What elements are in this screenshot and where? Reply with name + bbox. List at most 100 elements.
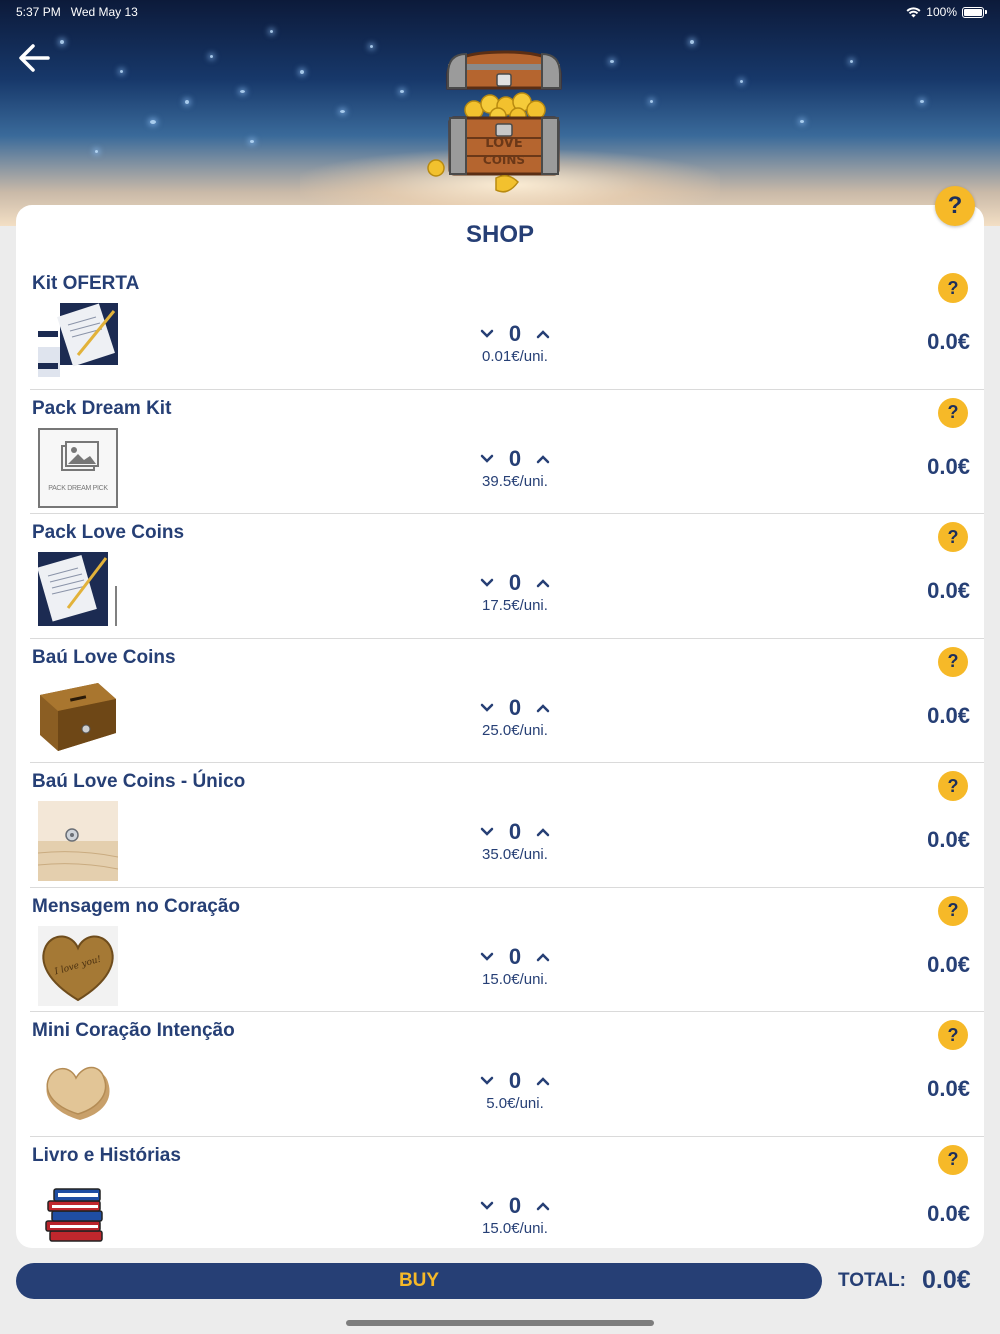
unit-price: 15.0€/uni. bbox=[482, 1219, 548, 1237]
list-item: Mini Coração Intenção ? 0 5.0€/uni. 0.0€ bbox=[30, 1012, 984, 1137]
question-icon: ? bbox=[947, 900, 959, 920]
question-icon: ? bbox=[947, 277, 959, 298]
sparkle bbox=[300, 70, 304, 74]
increase-button[interactable] bbox=[534, 699, 552, 717]
item-help-button[interactable]: ? bbox=[938, 895, 968, 926]
list-item: Baú Love Coins ? 0 25.0€/uni. 0.0€ bbox=[30, 639, 984, 763]
sparkle bbox=[370, 45, 373, 48]
item-thumbnail[interactable]: I love you! bbox=[38, 925, 118, 1006]
item-thumbnail[interactable] bbox=[38, 676, 118, 757]
item-name: Baú Love Coins - Único bbox=[32, 771, 246, 792]
quantity-value: 0 bbox=[508, 694, 522, 720]
decrease-button[interactable] bbox=[478, 948, 496, 966]
increase-button[interactable] bbox=[534, 823, 552, 841]
chevron-up-icon bbox=[536, 828, 550, 837]
thumb-caption: PACK DREAM PICK bbox=[48, 484, 108, 492]
chevron-down-icon bbox=[480, 703, 494, 712]
quantity-value: 0 bbox=[508, 321, 522, 346]
home-indicator bbox=[346, 1320, 654, 1326]
item-name: Kit OFERTA bbox=[32, 273, 140, 294]
item-name: Pack Dream Kit bbox=[32, 397, 172, 419]
sparkle bbox=[120, 70, 123, 73]
line-total: 0.0€ bbox=[927, 951, 970, 977]
item-help-button[interactable]: ? bbox=[938, 522, 968, 552]
question-icon: ? bbox=[947, 402, 959, 422]
quantity-stepper: 0 bbox=[450, 1191, 580, 1221]
status-time: 5:37 PM bbox=[16, 5, 61, 19]
decrease-button[interactable] bbox=[478, 450, 496, 468]
quantity-value: 0 bbox=[508, 1068, 522, 1093]
item-thumbnail[interactable] bbox=[38, 1050, 118, 1130]
treasure-chest-icon: LOVE COINS bbox=[427, 50, 562, 193]
item-help-button[interactable]: ? bbox=[938, 1144, 968, 1175]
quantity-stepper: 0 bbox=[450, 817, 580, 847]
list-item: Pack Love Coins ? 0 17.5€/uni. 0.0€ bbox=[30, 514, 984, 639]
item-thumbnail[interactable] bbox=[38, 801, 118, 881]
page-title: SHOP bbox=[465, 221, 534, 248]
unit-price: 17.5€/uni. bbox=[482, 597, 548, 614]
decrease-button[interactable] bbox=[478, 823, 496, 841]
item-help-button[interactable]: ? bbox=[938, 273, 968, 303]
quantity-stepper: 0 bbox=[450, 693, 580, 723]
increase-button[interactable] bbox=[534, 574, 552, 592]
back-button[interactable] bbox=[14, 40, 54, 76]
status-right: 100% bbox=[906, 5, 987, 19]
item-help-button[interactable]: ? bbox=[938, 397, 968, 428]
shop-card: SHOP Kit OFERTA ? 0 0.01€/uni. 0.0€ Pack… bbox=[16, 205, 984, 1248]
sparkle bbox=[270, 30, 273, 33]
item-help-button[interactable]: ? bbox=[938, 771, 968, 801]
buy-button[interactable]: BUY bbox=[16, 1263, 822, 1299]
list-item: Livro e Histórias ? 0 15.0€/uni. 0.0€ bbox=[30, 1137, 984, 1248]
quantity-stepper: 0 bbox=[450, 319, 580, 349]
chevron-down-icon bbox=[480, 329, 494, 338]
chevron-down-icon bbox=[480, 952, 494, 961]
item-help-button[interactable]: ? bbox=[938, 646, 968, 677]
quantity-stepper: 0 bbox=[450, 568, 580, 598]
item-name: Mini Coração Intenção bbox=[32, 1020, 235, 1041]
total-value: 0.0€ bbox=[922, 1266, 971, 1294]
quantity-stepper: 0 bbox=[450, 444, 580, 474]
chevron-up-icon bbox=[536, 952, 550, 961]
unit-price: 35.0€/uni. bbox=[482, 846, 548, 863]
unit-price: 39.5€/uni. bbox=[482, 472, 548, 490]
decrease-button[interactable] bbox=[478, 1072, 496, 1090]
unit-price: 25.0€/uni. bbox=[482, 721, 548, 739]
item-thumbnail[interactable] bbox=[38, 303, 118, 383]
decrease-button[interactable] bbox=[478, 325, 496, 343]
decrease-button[interactable] bbox=[478, 1197, 496, 1215]
decrease-button[interactable] bbox=[478, 699, 496, 717]
list-item: Baú Love Coins - Único ? 0 35.0€/uni. 0.… bbox=[30, 763, 984, 888]
letter-pen-image bbox=[38, 303, 118, 383]
shop-help-button[interactable]: ? bbox=[935, 186, 975, 226]
chevron-up-icon bbox=[536, 330, 550, 339]
chevron-down-icon bbox=[480, 827, 494, 836]
sparkle bbox=[210, 55, 213, 58]
increase-button[interactable] bbox=[534, 450, 552, 468]
sparkle bbox=[650, 100, 653, 103]
list-item: Mensagem no Coração ? I love you! 0 15.0… bbox=[30, 888, 984, 1012]
image-placeholder-icon bbox=[61, 440, 99, 471]
sparkle bbox=[150, 120, 156, 124]
list-item: Pack Dream Kit ? PACK DREAM PICK 0 39.5€… bbox=[30, 390, 984, 514]
quantity-stepper: 0 bbox=[450, 1066, 580, 1096]
unit-price: 5.0€/uni. bbox=[486, 1095, 544, 1112]
chevron-up-icon bbox=[536, 579, 550, 588]
sparkle bbox=[240, 90, 245, 93]
item-name: Baú Love Coins bbox=[32, 646, 176, 668]
item-thumbnail[interactable]: PACK DREAM PICK bbox=[38, 427, 118, 508]
increase-button[interactable] bbox=[534, 325, 552, 343]
item-thumbnail[interactable] bbox=[38, 1174, 118, 1248]
increase-button[interactable] bbox=[534, 1072, 552, 1090]
increase-button[interactable] bbox=[534, 1197, 552, 1215]
quantity-value: 0 bbox=[508, 943, 522, 969]
shop-list: Kit OFERTA ? 0 0.01€/uni. 0.0€ Pack Drea… bbox=[16, 265, 984, 1248]
chevron-down-icon bbox=[480, 454, 494, 463]
item-help-button[interactable]: ? bbox=[938, 1020, 968, 1050]
increase-button[interactable] bbox=[534, 948, 552, 966]
item-thumbnail[interactable] bbox=[38, 552, 118, 632]
question-icon: ? bbox=[947, 526, 959, 547]
letter-pen-image bbox=[38, 552, 117, 626]
line-total: 0.0€ bbox=[927, 453, 970, 479]
arrow-left-icon bbox=[19, 44, 50, 72]
decrease-button[interactable] bbox=[478, 574, 496, 592]
